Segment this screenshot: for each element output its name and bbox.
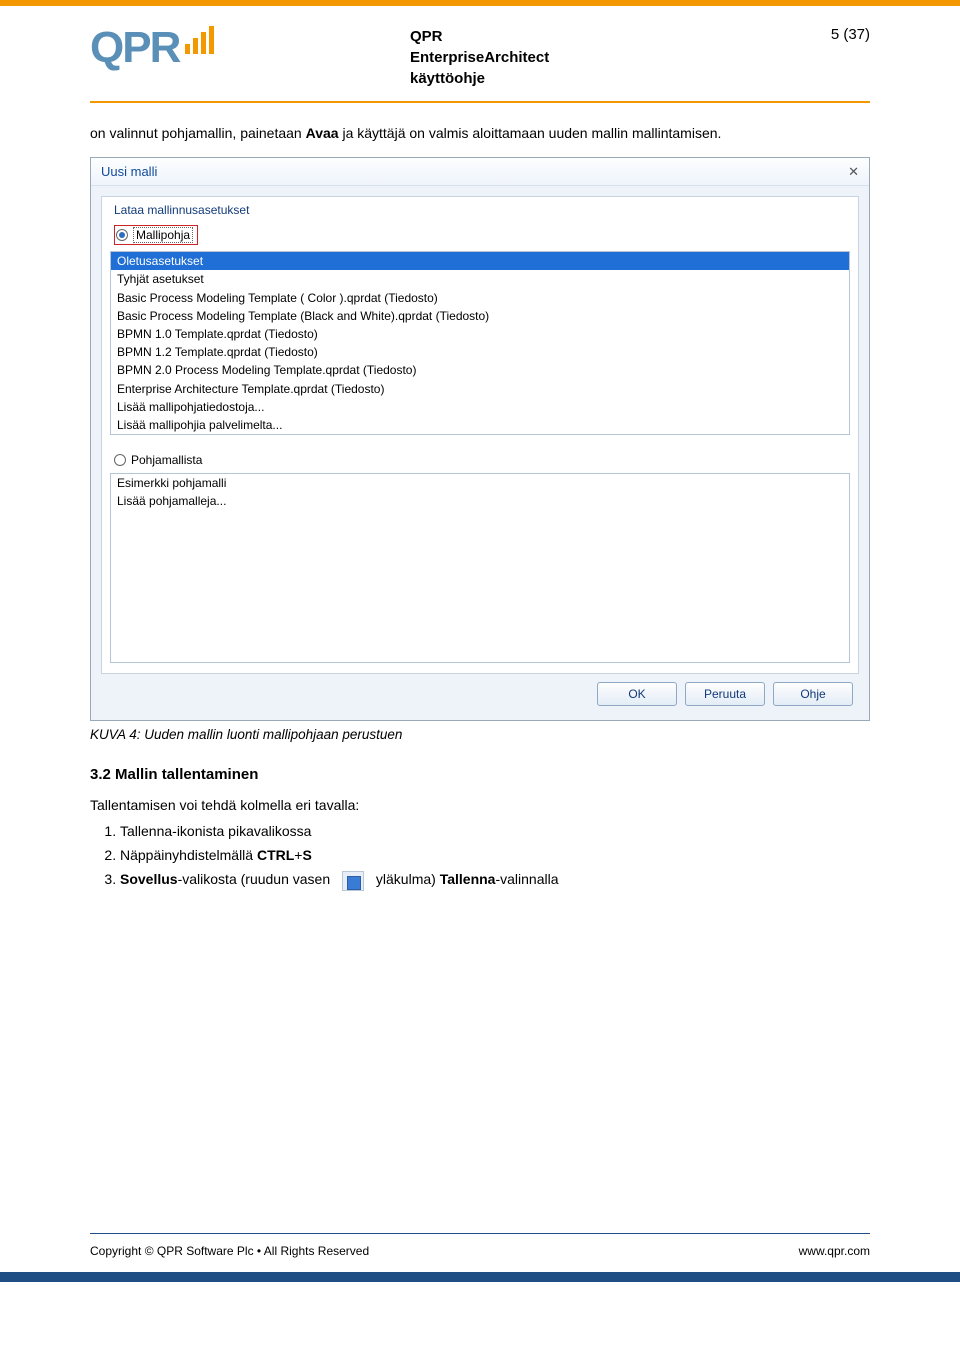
li3-tail: -valinnalla bbox=[495, 871, 558, 887]
li3-sovellus: Sovellus bbox=[120, 871, 178, 887]
dialog-new-model: Uusi malli ✕ Lataa mallinnusasetukset Ma… bbox=[90, 157, 870, 721]
footer-copyright: Copyright © QPR Software Plc • All Right… bbox=[90, 1244, 369, 1258]
help-button[interactable]: Ohje bbox=[773, 682, 853, 706]
groupbox-title: Lataa mallinnusasetukset bbox=[114, 203, 850, 217]
list-item[interactable]: BPMN 1.2 Template.qprdat (Tiedosto) bbox=[111, 343, 849, 361]
radio-pohjamallista-label: Pohjamallista bbox=[131, 453, 202, 467]
radio-pohjamallista[interactable]: Pohjamallista bbox=[114, 453, 850, 467]
li2-s: S bbox=[302, 847, 311, 863]
radio-icon bbox=[116, 229, 128, 241]
page-header: QPR QPR EnterpriseArchitect käyttöohje 5… bbox=[0, 6, 960, 101]
header-title-block: QPR EnterpriseArchitect käyttöohje bbox=[410, 26, 770, 89]
section-heading: 3.2 Mallin tallentaminen bbox=[90, 766, 870, 783]
li1-text: Tallenna-ikonista pikavalikossa bbox=[120, 823, 311, 839]
list-item-1: Tallenna-ikonista pikavalikossa bbox=[120, 821, 870, 842]
page-number: 5 (37) bbox=[770, 26, 870, 89]
figure-caption: KUVA 4: Uuden mallin luonti mallipohjaan… bbox=[90, 727, 870, 742]
radio-icon bbox=[114, 454, 126, 466]
list-item-2: Näppäinyhdistelmällä CTRL+S bbox=[120, 845, 870, 866]
li2-pre: Näppäinyhdistelmällä bbox=[120, 847, 257, 863]
page-content: on valinnut pohjamallin, painetaan Avaa … bbox=[0, 103, 960, 1233]
logo: QPR bbox=[90, 26, 410, 89]
radio-mallipohja-label: Mallipohja bbox=[133, 227, 193, 243]
logo-text: QPR bbox=[90, 26, 179, 70]
intro-paragraph: on valinnut pohjamallin, painetaan Avaa … bbox=[90, 123, 870, 143]
list-item[interactable]: Basic Process Modeling Template (Black a… bbox=[111, 307, 849, 325]
list-item[interactable]: Tyhjät asetukset bbox=[111, 270, 849, 288]
intro-bold: Avaa bbox=[306, 125, 339, 141]
list-item-3: Sovellus-valikosta (ruudun vasen yläkulm… bbox=[120, 869, 870, 890]
list-item[interactable]: Enterprise Architecture Template.qprdat … bbox=[111, 380, 849, 398]
list-item[interactable]: Lisää mallipohjatiedostoja... bbox=[111, 398, 849, 416]
dialog-button-row: OK Peruuta Ohje bbox=[101, 674, 859, 710]
list-item[interactable]: Lisää pohjamalleja... bbox=[111, 492, 849, 510]
listbox-basemodels[interactable]: Esimerkki pohjamalli Lisää pohjamalleja.… bbox=[110, 473, 850, 663]
list-item[interactable]: Lisää mallipohjia palvelimelta... bbox=[111, 416, 849, 434]
cancel-button[interactable]: Peruuta bbox=[685, 682, 765, 706]
listbox-templates[interactable]: Oletusasetukset Tyhjät asetukset Basic P… bbox=[110, 251, 850, 435]
dialog-body: Lataa mallinnusasetukset Mallipohja Olet… bbox=[91, 186, 869, 720]
list-item[interactable]: Oletusasetukset bbox=[111, 252, 849, 270]
ok-button[interactable]: OK bbox=[597, 682, 677, 706]
doc-title-1: QPR bbox=[410, 26, 770, 47]
list-item[interactable]: BPMN 2.0 Process Modeling Template.qprda… bbox=[111, 361, 849, 379]
save-methods-list: Tallenna-ikonista pikavalikossa Näppäiny… bbox=[98, 821, 870, 890]
logo-bars-icon bbox=[185, 26, 214, 54]
intro-post: ja käyttäjä on valmis aloittamaan uuden … bbox=[339, 125, 722, 141]
dialog-titlebar: Uusi malli ✕ bbox=[91, 158, 869, 186]
bottom-accent-bar bbox=[0, 1272, 960, 1282]
list-item[interactable]: Basic Process Modeling Template ( Color … bbox=[111, 289, 849, 307]
list-item[interactable]: Esimerkki pohjamalli bbox=[111, 474, 849, 492]
page-footer: Copyright © QPR Software Plc • All Right… bbox=[0, 1244, 960, 1272]
list-item[interactable]: BPMN 1.0 Template.qprdat (Tiedosto) bbox=[111, 325, 849, 343]
close-icon[interactable]: ✕ bbox=[848, 165, 859, 178]
li3-tallenna: Tallenna bbox=[440, 871, 496, 887]
footer-url: www.qpr.com bbox=[799, 1244, 870, 1258]
dialog-title: Uusi malli bbox=[101, 164, 157, 179]
doc-title-3: käyttöohje bbox=[410, 68, 770, 89]
doc-title-2: EnterpriseArchitect bbox=[410, 47, 770, 68]
li2-ctrl: CTRL bbox=[257, 847, 294, 863]
section-intro: Tallentamisen voi tehdä kolmella eri tav… bbox=[90, 795, 870, 815]
footer-separator bbox=[90, 1233, 870, 1234]
save-icon bbox=[342, 871, 364, 891]
intro-pre: on valinnut pohjamallin, painetaan bbox=[90, 125, 306, 141]
li3-mid1: -valikosta (ruudun vasen bbox=[178, 871, 331, 887]
groupbox-load-settings: Lataa mallinnusasetukset Mallipohja Olet… bbox=[101, 196, 859, 674]
radio-mallipohja[interactable]: Mallipohja bbox=[114, 225, 198, 245]
li3-mid2: yläkulma) bbox=[376, 871, 440, 887]
